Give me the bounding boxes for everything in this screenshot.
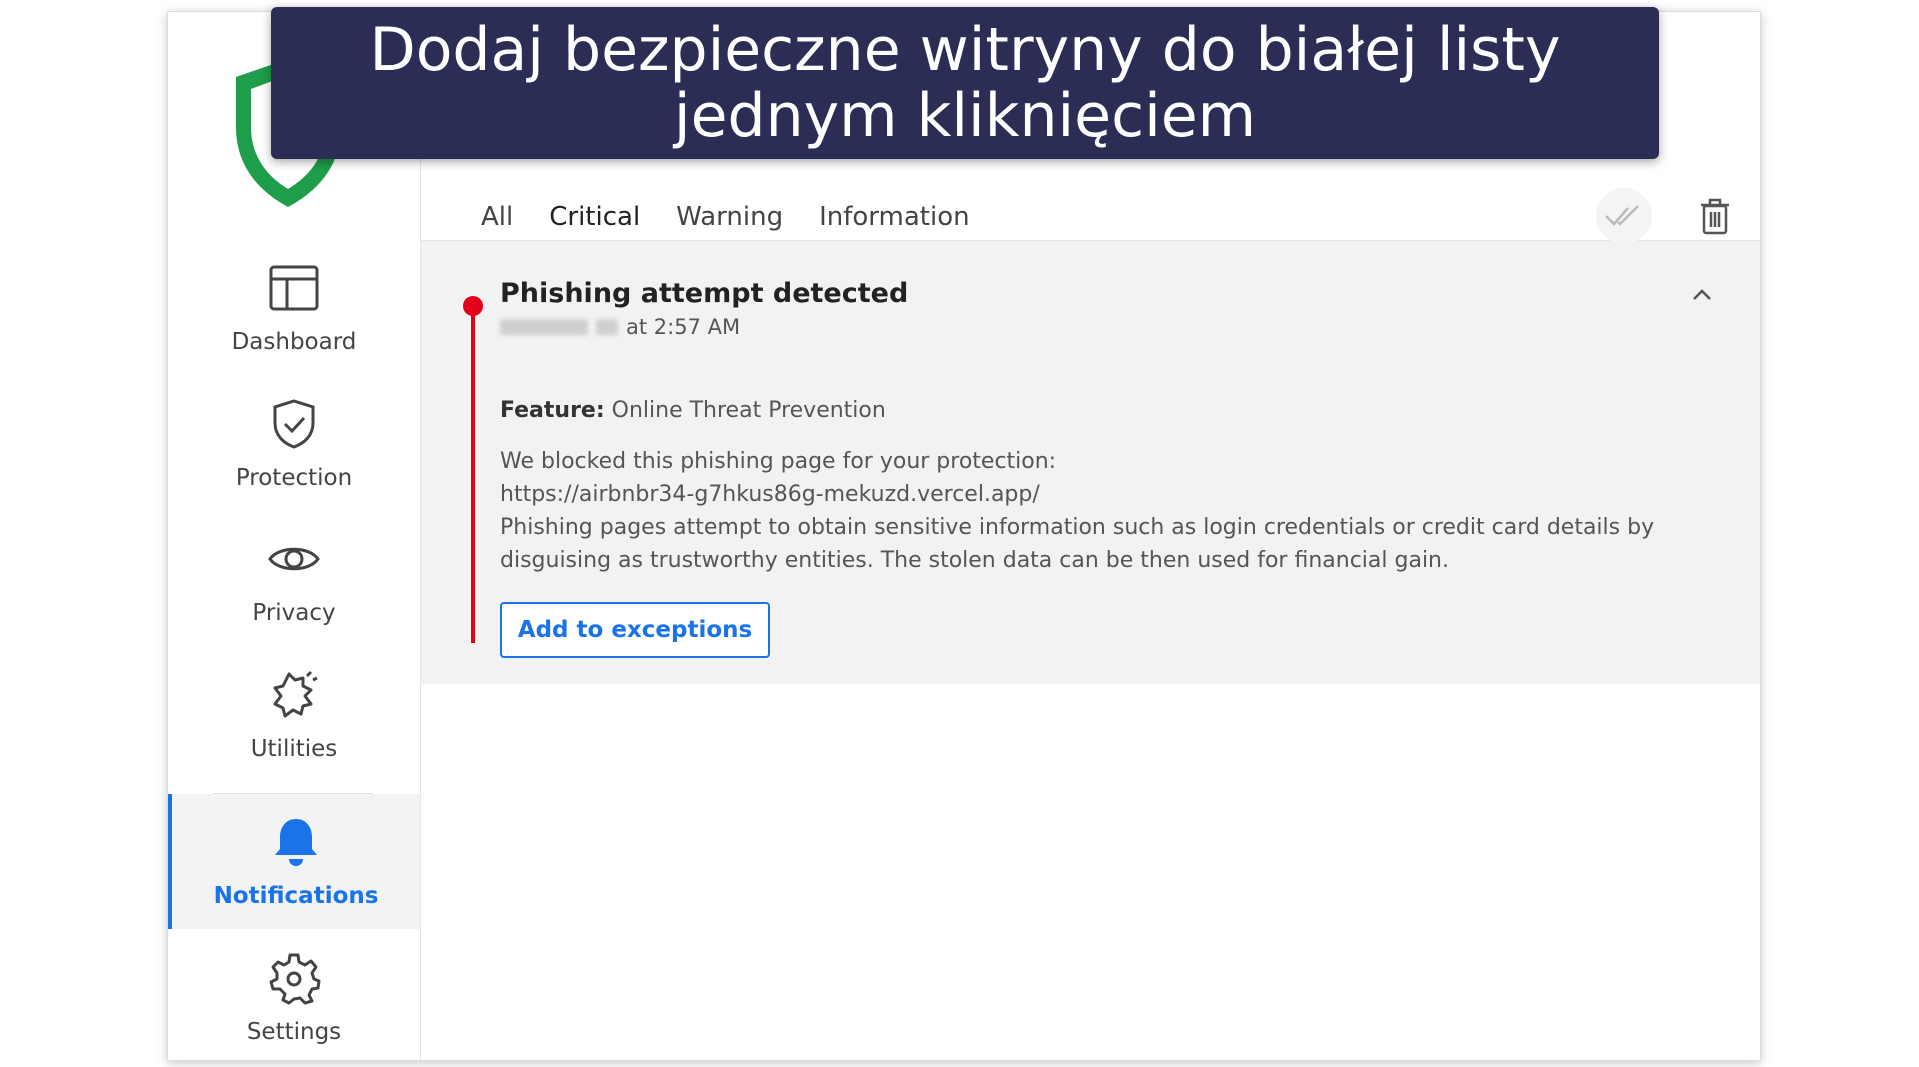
banner-line: Dodaj bezpieczne witryny do białej listy: [369, 15, 1561, 85]
bell-icon: [275, 818, 317, 866]
feature-value: Online Threat Prevention: [611, 398, 886, 423]
double-check-icon: [1605, 205, 1639, 226]
sidebar-item-notifications[interactable]: Notifications: [168, 794, 420, 929]
notification-feature: Feature: Online Threat Prevention: [500, 398, 886, 423]
body-line: Phishing pages attempt to obtain sensiti…: [500, 515, 1655, 540]
notification-card: Phishing attempt detected at 2:57 AM Fea…: [421, 241, 1760, 684]
sidebar-item-dashboard[interactable]: Dashboard: [168, 240, 420, 375]
add-to-exceptions-button[interactable]: Add to exceptions: [500, 602, 770, 658]
sidebar-item-privacy[interactable]: Privacy: [168, 511, 420, 646]
notification-time: at 2:57 AM: [626, 315, 741, 339]
sidebar-item-label: Dashboard: [231, 328, 357, 355]
notification-body: We blocked this phishing page for your p…: [500, 445, 1680, 577]
sidebar-item-label: Notifications: [213, 882, 379, 909]
body-line: We blocked this phishing page for your p…: [500, 449, 1057, 474]
main-content: All Critical Warning Information Phishin…: [421, 12, 1760, 1060]
eye-icon: [268, 547, 320, 570]
app-window: Dashboard Protection Privacy Utilities N…: [167, 11, 1761, 1061]
sidebar-item-label: Utilities: [250, 735, 338, 762]
delete-button[interactable]: [1687, 188, 1743, 244]
mark-all-read-button[interactable]: [1596, 188, 1652, 244]
dashboard-icon: [269, 265, 319, 310]
feature-label: Feature:: [500, 398, 605, 423]
notification-date: at 2:57 AM: [500, 315, 740, 339]
sidebar-item-label: Protection: [235, 464, 353, 491]
banner-line: jednym kliknięciem: [673, 81, 1257, 151]
gear-icon: [269, 953, 321, 1004]
sidebar-item-label: Settings: [246, 1018, 342, 1045]
sidebar: Dashboard Protection Privacy Utilities N…: [168, 12, 421, 1060]
notification-title: Phishing attempt detected: [500, 278, 909, 309]
blocked-url: https://airbnbr34-g7hkus86g-mekuzd.verce…: [500, 482, 1040, 507]
sidebar-item-settings[interactable]: Settings: [168, 930, 420, 1065]
utilities-icon: [273, 670, 318, 717]
caption-banner: Dodaj bezpieczne witryny do białej listy…: [271, 7, 1659, 159]
sidebar-item-utilities[interactable]: Utilities: [168, 647, 420, 782]
redacted-date: [500, 319, 588, 335]
severity-dot: [463, 296, 483, 316]
shield-check-icon: [273, 398, 315, 449]
trash-icon: [1701, 198, 1729, 235]
severity-line: [471, 297, 475, 643]
redacted-date: [596, 319, 618, 335]
sidebar-item-label: Privacy: [252, 599, 336, 626]
sidebar-item-protection[interactable]: Protection: [168, 376, 420, 511]
body-line: disguising as trustworthy entities. The …: [500, 548, 1449, 573]
chevron-up-icon[interactable]: [1688, 285, 1716, 305]
